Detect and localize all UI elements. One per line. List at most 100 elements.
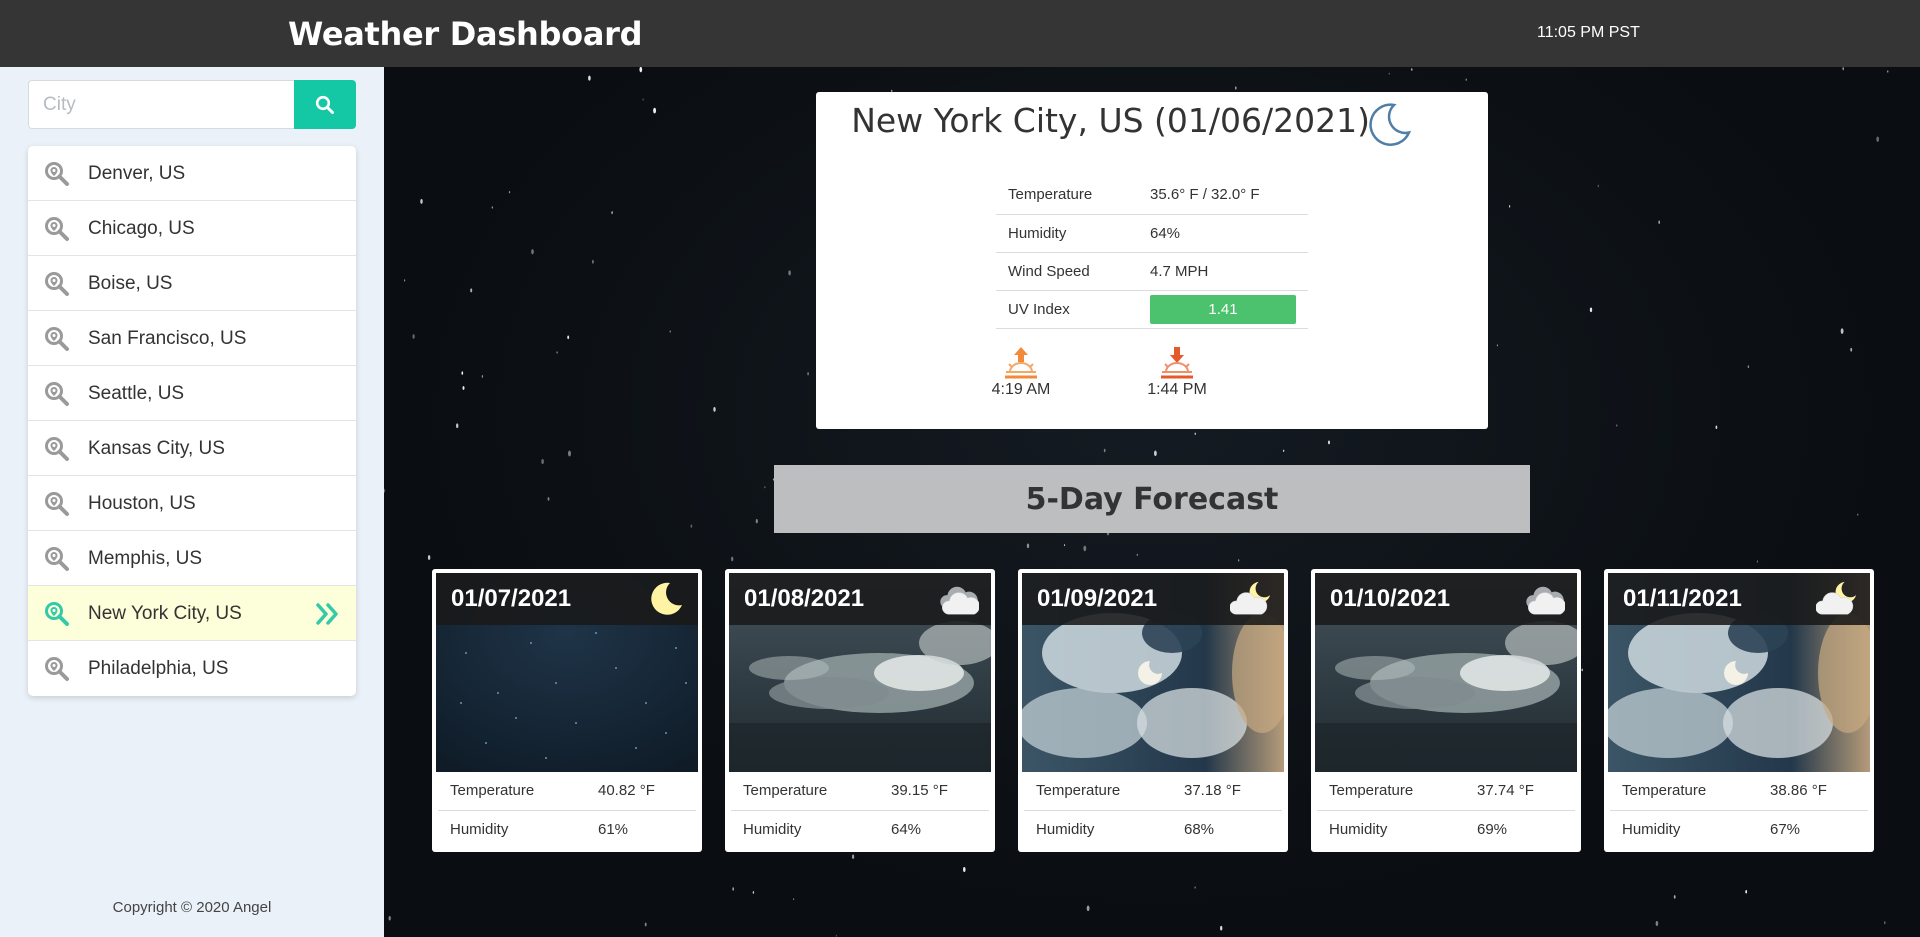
forecast-card-header: 01/07/2021: [436, 573, 698, 625]
forecast-card-header: 01/09/2021: [1022, 573, 1284, 625]
current-city-title: New York City, US (01/06/2021): [851, 101, 1370, 140]
forecast-temperature: 39.15 °F: [879, 772, 989, 811]
stat-label: Wind Speed: [996, 252, 1138, 291]
stat-row-temperature: Temperature 35.6° F / 32.0° F: [996, 176, 1308, 215]
stat-row-uv-index: UV Index 1.41: [996, 290, 1308, 329]
current-stats-table: Temperature 35.6° F / 32.0° F Humidity 6…: [996, 176, 1308, 329]
forecast-label: Temperature: [438, 772, 586, 811]
forecast-date: 01/07/2021: [451, 585, 572, 612]
moon-icon: [651, 582, 682, 615]
sunrise: 4:19 AM: [981, 345, 1061, 399]
stat-value: 4.7 MPH: [1138, 252, 1308, 291]
city-item[interactable]: Boise, US: [28, 256, 356, 311]
forecast-humidity: 64%: [891, 820, 922, 838]
forecast-stats-table: Temperature 39.15 °F Humidity 64%: [731, 772, 989, 848]
forecast-row-humidity: Humidity 67%: [1610, 810, 1868, 848]
forecast-card: 01/10/2021 Temperature 37.74 °F Humidity 69%: [1311, 569, 1581, 852]
forecast-row-humidity: Humidity 64%: [731, 810, 989, 848]
city-item[interactable]: Houston, US: [28, 476, 356, 531]
forecast-stats-table: Temperature 37.18 °F Humidity 68%: [1024, 772, 1282, 848]
forecast-label: Humidity: [1329, 820, 1388, 838]
forecast-temperature: 37.74 °F: [1465, 772, 1575, 811]
top-bar: Weather Dashboard 11:05 PM PST: [0, 0, 1920, 67]
location-search-icon: [44, 271, 70, 297]
city-label: San Francisco, US: [88, 328, 247, 349]
forecast-card-header: 01/10/2021: [1315, 573, 1577, 625]
forecast-humidity: 61%: [598, 820, 629, 838]
stat-row-humidity: Humidity 64%: [996, 214, 1308, 253]
main-content: New York City, US (01/06/2021) Temperatu…: [384, 67, 1920, 937]
forecast-label: Temperature: [1610, 772, 1758, 811]
city-label: Chicago, US: [88, 218, 195, 239]
forecast-card: 01/08/2021 Temperature 39.15 °F Humidity 64%: [725, 569, 995, 852]
forecast-weather-image: 01/10/2021: [1315, 573, 1577, 772]
location-search-icon: [44, 546, 70, 572]
search-icon: [315, 95, 334, 114]
city-item[interactable]: San Francisco, US: [28, 311, 356, 366]
forecast-label: Humidity: [743, 820, 802, 838]
sunset-time: 1:44 PM: [1147, 381, 1207, 398]
forecast-row-temperature: Temperature 39.15 °F: [731, 772, 989, 811]
location-search-icon: [44, 216, 70, 242]
sunrise-icon: [1005, 347, 1037, 379]
location-search-icon: [44, 326, 70, 352]
sidebar: Denver, US Chicago, US Boise, US San Franci…: [0, 67, 384, 937]
current-time: 11:05 PM PST: [1537, 24, 1640, 41]
city-label: Boise, US: [88, 273, 173, 294]
stat-value: 64%: [1138, 214, 1308, 253]
stat-row-wind-speed: Wind Speed 4.7 MPH: [996, 252, 1308, 291]
sunrise-time: 4:19 AM: [991, 381, 1051, 398]
forecast-date: 01/09/2021: [1037, 585, 1158, 612]
chevron-double-right-icon: [316, 603, 338, 625]
forecast-date: 01/10/2021: [1330, 585, 1451, 612]
forecast-card: 01/11/2021 Temperature 38.86 °F Humidity 67%: [1604, 569, 1874, 852]
search-button[interactable]: [294, 80, 356, 129]
location-search-icon: [44, 436, 70, 462]
forecast-temperature: 37.18 °F: [1172, 772, 1282, 811]
saved-city-list: Denver, US Chicago, US Boise, US San Franci…: [28, 146, 356, 696]
forecast-card: 01/09/2021 Temperature 37.18 °F Humidity 68%: [1018, 569, 1288, 852]
forecast-weather-image: 01/09/2021: [1022, 573, 1284, 772]
sunset: 1:44 PM: [1137, 345, 1217, 399]
cloud-icon: [937, 579, 979, 619]
stat-label: Humidity: [996, 214, 1138, 253]
sunset-icon: [1161, 347, 1193, 379]
forecast-humidity: 69%: [1477, 820, 1508, 838]
city-item[interactable]: Denver, US: [28, 146, 356, 201]
forecast-row-temperature: Temperature 37.74 °F: [1317, 772, 1575, 811]
city-label: New York City, US: [88, 603, 242, 624]
forecast-label: Humidity: [450, 820, 509, 838]
forecast-label: Temperature: [731, 772, 879, 811]
city-item[interactable]: Chicago, US: [28, 201, 356, 256]
current-weather-card: New York City, US (01/06/2021) Temperatu…: [816, 92, 1488, 429]
forecast-date: 01/11/2021: [1623, 585, 1742, 612]
forecast-row-temperature: Temperature 37.18 °F: [1024, 772, 1282, 811]
forecast-humidity: 67%: [1770, 820, 1801, 838]
forecast-row-humidity: Humidity 68%: [1024, 810, 1282, 848]
cloud-icon: [1523, 579, 1565, 619]
forecast-label: Humidity: [1622, 820, 1681, 838]
uv-index-badge: 1.41: [1150, 294, 1296, 324]
city-label: Seattle, US: [88, 383, 185, 404]
location-search-icon: [44, 601, 70, 627]
city-item[interactable]: Philadelphia, US: [28, 641, 356, 696]
stat-label: UV Index: [996, 290, 1138, 329]
moon-icon: [1369, 103, 1412, 146]
city-item[interactable]: Memphis, US: [28, 531, 356, 586]
city-item[interactable]: New York City, US: [28, 586, 356, 641]
city-label: Houston, US: [88, 493, 196, 514]
forecast-card-header: 01/11/2021: [1608, 573, 1870, 625]
city-item[interactable]: Kansas City, US: [28, 421, 356, 476]
forecast-stats-table: Temperature 38.86 °F Humidity 67%: [1610, 772, 1868, 848]
forecast-label: Temperature: [1024, 772, 1172, 811]
stat-label: Temperature: [996, 176, 1138, 215]
cloud-moon-icon: [1816, 579, 1858, 619]
city-item[interactable]: Seattle, US: [28, 366, 356, 421]
forecast-weather-image: 01/08/2021: [729, 573, 991, 772]
forecast-row-temperature: Temperature 38.86 °F: [1610, 772, 1868, 811]
forecast-card-header: 01/08/2021: [729, 573, 991, 625]
location-search-icon: [44, 656, 70, 682]
city-label: Kansas City, US: [88, 438, 225, 459]
stat-value: 35.6° F / 32.0° F: [1138, 176, 1308, 215]
city-search-input[interactable]: [28, 80, 295, 129]
